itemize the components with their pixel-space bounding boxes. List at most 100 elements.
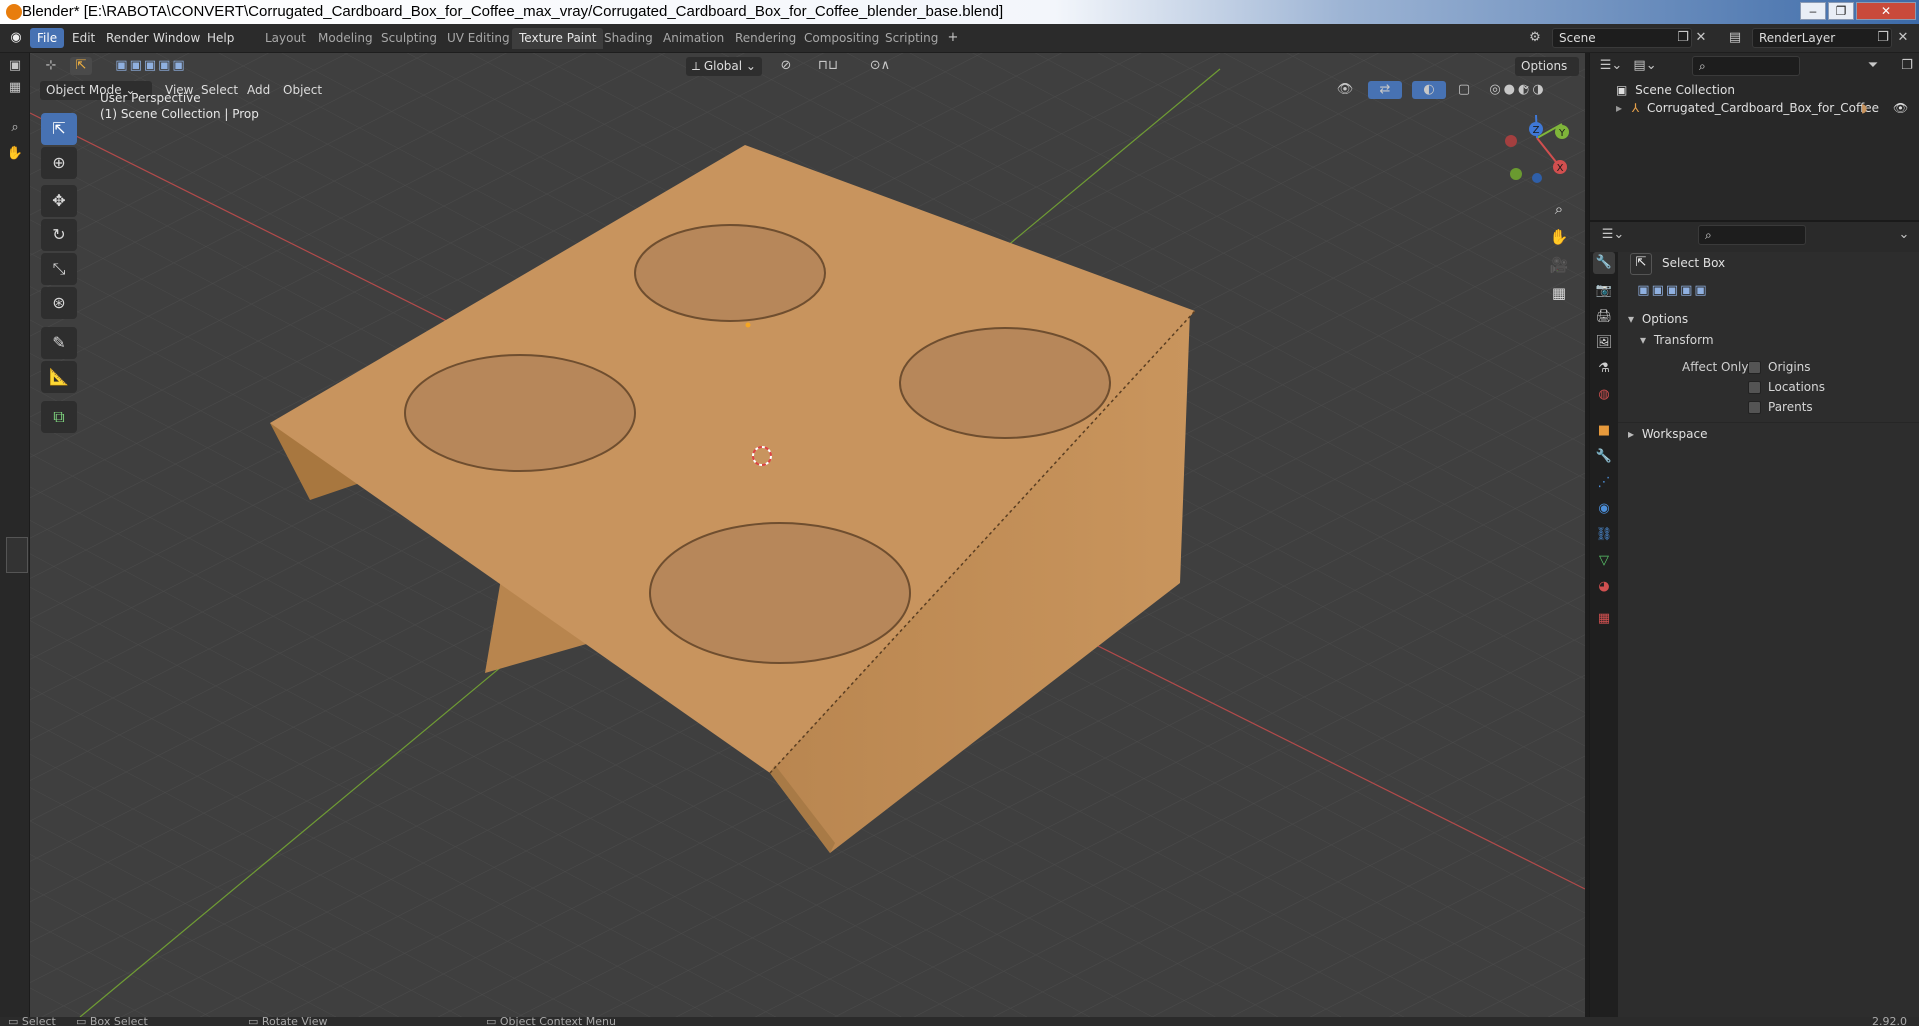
scale-tool-icon[interactable]: ⤡ — [41, 253, 77, 285]
cursor-tool-icon[interactable]: ⊕ — [41, 147, 77, 179]
tab-layout[interactable]: Layout — [258, 28, 313, 49]
maximize-button[interactable]: ❐ — [1828, 2, 1854, 20]
tab-sculpting[interactable]: Sculpting — [374, 28, 444, 49]
modifier-tab-icon[interactable]: 🔧 — [1593, 446, 1615, 468]
parents-checkbox[interactable] — [1748, 401, 1761, 414]
tab-rendering[interactable]: Rendering — [728, 28, 803, 49]
transform-orientation-dropdown[interactable]: ⟂ Global ⌄ — [686, 57, 762, 76]
world-tab-icon[interactable]: ◍ — [1593, 384, 1615, 406]
object-tab-icon[interactable]: ■ — [1593, 420, 1615, 442]
workspace-section-header[interactable]: ▸ Workspace — [1618, 422, 1919, 444]
render-tab-icon[interactable]: 📷 — [1593, 280, 1615, 302]
scene-icon[interactable]: ⚙ — [1526, 29, 1544, 47]
visibility-icon[interactable]: 👁 — [1330, 81, 1360, 99]
physics-tab-icon[interactable]: ◉ — [1593, 498, 1615, 520]
cup-hole-top — [634, 224, 826, 322]
new-collection-icon[interactable]: ❐ — [1898, 57, 1916, 75]
pivot-icon[interactable]: ⊘ — [772, 57, 800, 75]
zoom-icon[interactable]: ⌕ — [6, 119, 24, 137]
particles-tab-icon[interactable]: ⋰ — [1593, 472, 1615, 494]
outliner-search-input[interactable]: ⌕ — [1692, 56, 1800, 76]
side-panel-handle[interactable] — [6, 537, 28, 573]
tab-uv-editing[interactable]: UV Editing — [440, 28, 517, 49]
checker-icon[interactable]: ▦ — [6, 79, 24, 97]
minimize-button[interactable]: – — [1800, 2, 1826, 20]
move-tool-icon[interactable]: ✥ — [41, 185, 77, 217]
display-mode-icon[interactable]: ▤⌄ — [1632, 57, 1658, 75]
shading-mode-icons[interactable]: ◎●◐◑ — [1478, 81, 1558, 99]
tab-compositing[interactable]: Compositing — [797, 28, 886, 49]
tab-texture-paint[interactable]: Texture Paint — [512, 28, 604, 49]
options-section-header[interactable]: ▾ Options — [1618, 308, 1919, 330]
add-workspace-icon[interactable]: + — [944, 29, 962, 47]
new-scene-icon[interactable]: ❐ — [1676, 29, 1690, 47]
editor-type-icon[interactable]: ▣ — [6, 57, 24, 75]
expand-arrow-icon[interactable]: ▸ — [1616, 101, 1622, 115]
tab-animation[interactable]: Animation — [656, 28, 731, 49]
viewport-menu-object[interactable]: Object — [277, 81, 328, 100]
options-dropdown[interactable]: Options ⌄ — [1515, 57, 1579, 92]
snap-icon[interactable]: ⊓⊔ — [806, 57, 850, 75]
filter-icon[interactable]: ⏷ — [1860, 57, 1886, 75]
delete-scene-icon[interactable]: ✕ — [1694, 29, 1708, 47]
scene-tab-icon[interactable]: ⚗ — [1593, 358, 1615, 380]
tool-tab-icon[interactable]: 🔧 — [1593, 252, 1615, 274]
tab-shading[interactable]: Shading — [597, 28, 660, 49]
pan-view-icon[interactable]: ✋ — [1546, 224, 1572, 250]
texture-tab-icon[interactable]: ▦ — [1593, 608, 1615, 630]
locations-checkbox[interactable] — [1748, 381, 1761, 394]
proportional-edit-icon[interactable]: ⊙∧ — [860, 57, 900, 75]
measure-tool-icon[interactable]: 📐 — [41, 361, 77, 393]
outliner-row-scene-collection[interactable]: ▣ Scene Collection — [1616, 81, 1735, 99]
object-data-icon: ◗ — [1861, 101, 1868, 115]
menu-window[interactable]: Window — [146, 28, 207, 48]
menu-file[interactable]: File — [30, 28, 65, 48]
renderlayer-field[interactable]: RenderLayer — [1752, 28, 1892, 48]
outliner-type-icon[interactable]: ☰⌄ — [1598, 57, 1624, 75]
ortho-toggle-icon[interactable]: ▦ — [1546, 280, 1572, 306]
editor-type-3d-icon[interactable]: ⊹ — [40, 57, 62, 75]
transform-subsection-header[interactable]: ▾ Transform — [1618, 330, 1919, 350]
hand-icon[interactable]: ✋ — [6, 145, 24, 163]
tab-modeling[interactable]: Modeling — [311, 28, 380, 49]
viewport-menu-add[interactable]: Add — [241, 81, 276, 100]
delete-renderlayer-icon[interactable]: ✕ — [1896, 29, 1910, 47]
output-tab-icon[interactable]: 🖨 — [1593, 306, 1615, 328]
gizmo-toggle-icon[interactable]: ⇄ — [1368, 81, 1402, 99]
menu-edit[interactable]: Edit — [65, 28, 102, 48]
properties-options-icon[interactable]: ⌄ — [1896, 226, 1912, 244]
orientation-label: Global — [703, 59, 743, 73]
select-mode-icons[interactable]: ▣▣▣▣▣ — [102, 57, 200, 75]
origins-checkbox[interactable] — [1748, 361, 1761, 374]
overlay-toggle-icon[interactable]: ◐ — [1412, 81, 1446, 99]
scene-field[interactable]: Scene — [1552, 28, 1692, 48]
annotate-tool-icon[interactable]: ✎ — [41, 327, 77, 359]
tab-scripting[interactable]: Scripting — [878, 28, 945, 49]
xray-icon[interactable]: ▢ — [1456, 81, 1472, 99]
menu-help[interactable]: Help — [200, 28, 241, 48]
select-tool-icon[interactable]: ⇱ — [70, 57, 92, 75]
constraints-tab-icon[interactable]: ⛓ — [1593, 524, 1615, 546]
renderlayer-icon[interactable]: ▤ — [1726, 29, 1744, 47]
eye-visibility-icon[interactable]: 👁 — [1893, 99, 1908, 117]
outliner-row-object[interactable]: ▸ ⅄ Corrugated_Cardboard_Box_for_Coffee … — [1616, 99, 1916, 117]
material-tab-icon[interactable]: ◕ — [1593, 576, 1615, 598]
selection-mode-icons[interactable]: ▣▣▣▣▣ — [1628, 282, 1718, 300]
properties-type-icon[interactable]: ☰⌄ — [1598, 226, 1628, 244]
transform-expand-icon: ▾ — [1640, 333, 1647, 347]
properties-search-input[interactable]: ⌕ — [1698, 225, 1806, 245]
3d-viewport[interactable]: Y X Z ⊹ ⇱ ▣▣▣▣▣ Object Mode ⌄ View Selec… — [30, 53, 1585, 1017]
select-box-tool-icon[interactable]: ⇱ — [41, 113, 77, 145]
rotate-tool-icon[interactable]: ↻ — [41, 219, 77, 251]
blender-menu-icon[interactable]: ◉ — [6, 29, 26, 47]
view-layer-tab-icon[interactable]: 🖼 — [1593, 332, 1615, 354]
data-tab-icon[interactable]: ▽ — [1593, 550, 1615, 572]
camera-view-icon[interactable]: 🎥 — [1546, 252, 1572, 278]
transform-tool-icon[interactable]: ⊛ — [41, 287, 77, 319]
new-renderlayer-icon[interactable]: ❐ — [1876, 29, 1890, 47]
viewport-menu-select[interactable]: Select — [195, 81, 244, 100]
zoom-view-icon[interactable]: ⌕ — [1546, 196, 1572, 222]
close-window-button[interactable]: ✕ — [1856, 2, 1916, 20]
window-title: Blender* [E:\RABOTA\CONVERT\Corrugated_C… — [22, 3, 1004, 20]
add-cube-tool-icon[interactable]: ⧉ — [41, 401, 77, 433]
